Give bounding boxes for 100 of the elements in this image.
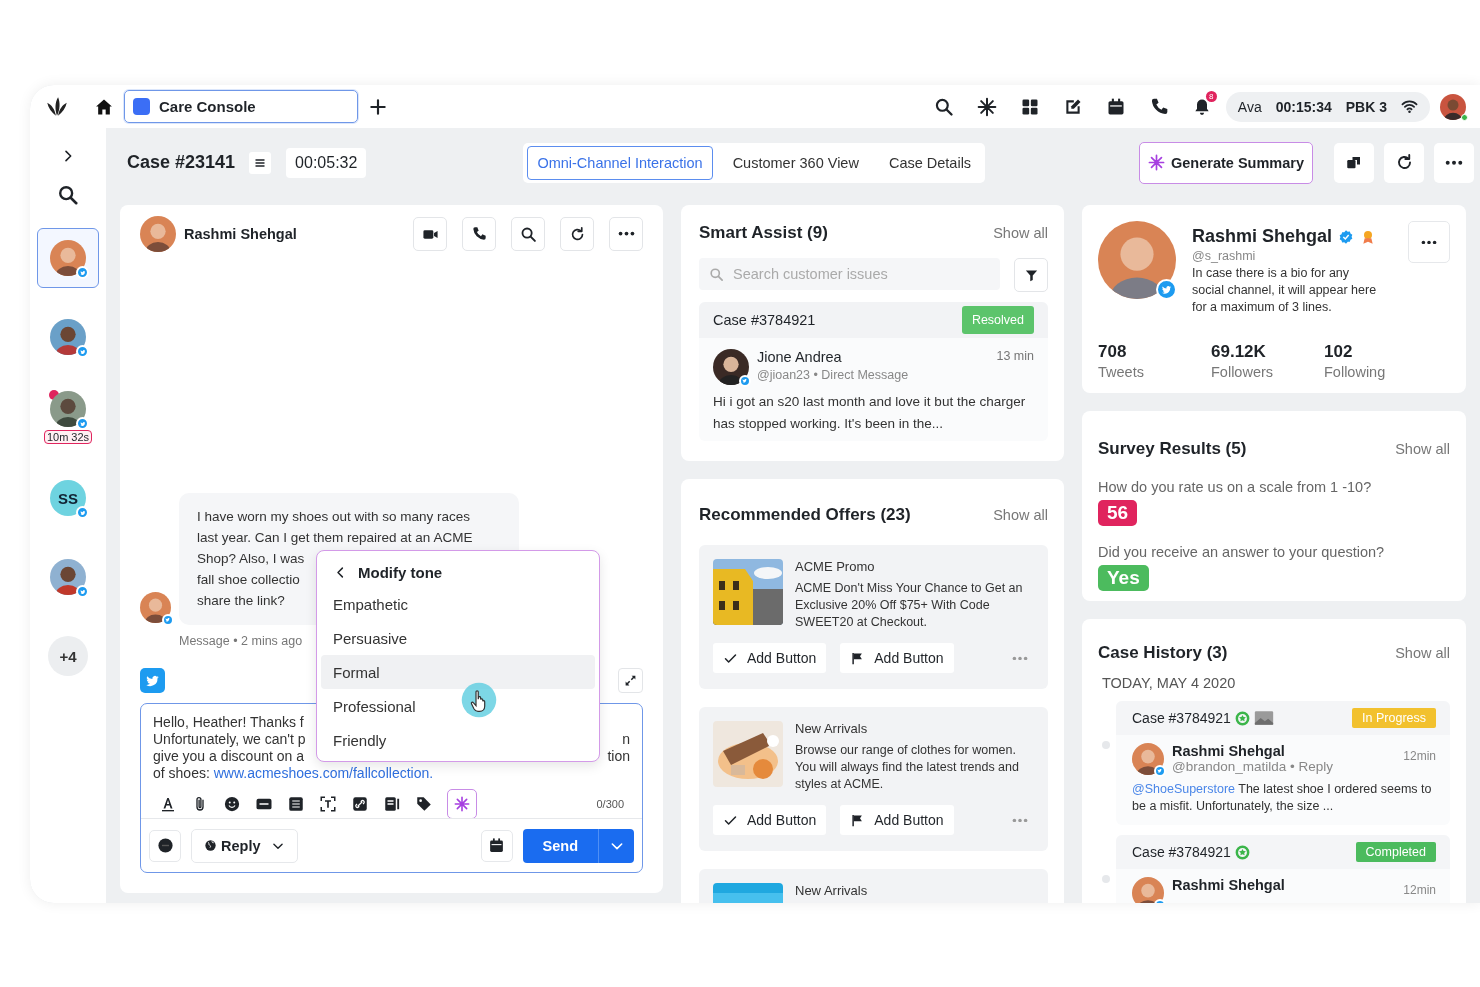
text-format-button[interactable] [159, 795, 177, 813]
add-tab-button[interactable] [368, 96, 388, 117]
search-icon [519, 225, 537, 243]
tone-option[interactable]: Empathetic [321, 587, 595, 621]
offer-title: ACME Promo [795, 559, 876, 574]
stat-label: Followers [1211, 364, 1275, 380]
expand-button[interactable] [618, 668, 643, 693]
conversation-item[interactable]: 10m 32s [37, 386, 99, 449]
survey-answer: Yes [1098, 565, 1149, 591]
filter-button[interactable] [1014, 258, 1048, 292]
search-button[interactable] [57, 184, 79, 206]
section-title: Smart Assist (9) [699, 223, 828, 243]
author-name: Rashmi Shehgal [1172, 877, 1285, 893]
link-icon [351, 795, 369, 813]
case-number: Case #3784921 [1132, 844, 1231, 860]
tone-option[interactable]: Formal [321, 655, 595, 689]
mention-link[interactable]: @ShoeSuperstore [1132, 782, 1236, 796]
case-number: Case #3784921 [713, 312, 816, 328]
link-button[interactable] [351, 795, 369, 813]
view-tab[interactable]: Customer 360 View [722, 145, 869, 180]
call-button[interactable] [462, 217, 496, 251]
case-text: @ShoeSuperstore The latest shoe I ordered seems to be a misfit. Unfortunately, the size ... [1132, 781, 1433, 815]
more-icon [1421, 239, 1437, 245]
add-button[interactable]: Add Button [840, 805, 954, 835]
more-icon [1012, 655, 1028, 661]
add-button[interactable]: Add Button [713, 643, 827, 673]
conversation-item[interactable]: SS [37, 468, 99, 528]
twitter-badge-icon [76, 345, 89, 358]
sparkle-icon [976, 96, 997, 117]
status-button[interactable] [149, 829, 181, 862]
emoji-icon [223, 795, 241, 813]
twitter-badge-icon [76, 266, 89, 279]
schedule-button[interactable] [480, 829, 513, 862]
sparkle-icon [454, 796, 470, 812]
case-title: Case #23141 [127, 152, 236, 173]
more-conversations-button[interactable]: +4 [48, 636, 88, 676]
reply-text: Hello, Heather! Thanks f [153, 714, 304, 731]
agent-status-pill[interactable]: Ava 00:15:34 PBK 3 [1225, 91, 1430, 122]
refresh-button[interactable] [1384, 142, 1424, 183]
author-name: Jione Andrea [757, 349, 842, 365]
console-tab[interactable]: Care Console [124, 90, 358, 123]
stat-value: 102 [1324, 342, 1354, 362]
avatar-icon [50, 559, 86, 595]
show-all-link[interactable]: Show all [993, 507, 1048, 523]
survey-answer: 56 [1098, 500, 1138, 526]
tone-option[interactable]: Persuasive [321, 621, 595, 655]
list-button[interactable] [287, 795, 305, 813]
status-badge: In Progress [1352, 708, 1436, 728]
reply-dropdown[interactable]: Reply [191, 828, 298, 863]
show-all-link[interactable]: Show all [1395, 441, 1450, 457]
more-button[interactable] [609, 217, 643, 251]
link[interactable]: www.acmeshoes.com/fallcollection. [213, 765, 434, 781]
phone-icon [471, 226, 487, 242]
time-label: 12min [1403, 749, 1436, 765]
show-all-link[interactable]: Show all [1395, 645, 1450, 661]
expand-icon [624, 674, 637, 687]
date-label: TODAY, MAY 4 2020 [1102, 675, 1237, 691]
search-field[interactable]: Search customer issues [699, 258, 1000, 290]
book-button[interactable] [383, 795, 401, 813]
message-text: fall shoe collectio [197, 571, 300, 589]
video-call-button[interactable] [413, 217, 447, 251]
emoji-button[interactable] [223, 795, 241, 813]
tone-option[interactable]: Friendly [321, 723, 595, 757]
text-scan-icon [319, 795, 337, 813]
message-text: Shop? Also, I was [197, 550, 305, 568]
contact-avatar-icon [140, 216, 176, 252]
case-menu-button[interactable] [249, 151, 272, 174]
reply-text: n [622, 731, 630, 748]
popout-button[interactable] [1334, 142, 1374, 183]
view-tab[interactable]: Case Details [878, 145, 982, 180]
author-handle: @jioan23 • Direct Message [757, 368, 910, 382]
more-icon [617, 231, 635, 237]
add-button[interactable]: Add Button [840, 643, 954, 673]
sparkle-icon [1148, 154, 1165, 171]
online-dot [1461, 113, 1468, 121]
case-badge-icon [1233, 709, 1251, 727]
profile-bio: In case there is a bio for any social channel, it will appear here for a maximum of 3 lines. [1192, 265, 1378, 316]
text-scan-button[interactable] [319, 795, 337, 813]
back-button[interactable]: Modify tone [321, 557, 455, 587]
tag-icon [415, 795, 433, 813]
search-icon [709, 267, 724, 282]
refresh-button[interactable] [560, 217, 594, 251]
add-button[interactable]: Add Button [713, 805, 827, 835]
character-counter: 0/300 [596, 798, 624, 810]
search-button[interactable] [511, 217, 545, 251]
tag-button[interactable] [415, 795, 433, 813]
more-icon [1445, 159, 1463, 166]
case-badge-icon [1233, 843, 1251, 861]
globe-icon [204, 839, 217, 852]
offer-title: New Arrivals [795, 883, 868, 898]
view-tab[interactable]: Omni-Channel Interaction [527, 145, 713, 180]
case-timer: 00:05:32 [286, 147, 367, 178]
show-all-link[interactable]: Show all [993, 225, 1048, 241]
plus-icon [368, 96, 388, 117]
generate-summary-button[interactable]: Generate Summary [1139, 141, 1313, 184]
profile-name: Rashmi Shehgal [1192, 226, 1333, 247]
stat-value: 69.12K [1211, 342, 1267, 362]
calendar-icon [488, 837, 506, 854]
book-icon [383, 795, 401, 813]
conversation-item[interactable] [37, 228, 99, 288]
